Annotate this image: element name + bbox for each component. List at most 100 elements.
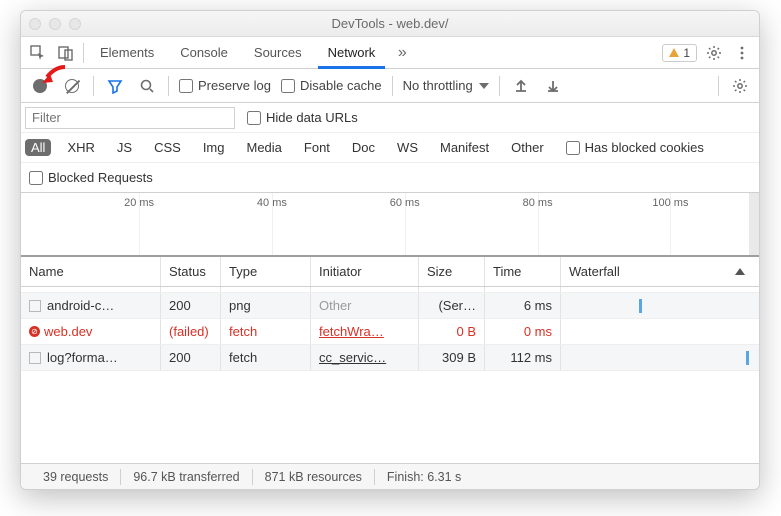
search-icon[interactable] xyxy=(136,75,158,97)
row-status: 200 xyxy=(161,345,221,370)
blocked-requests-checkbox[interactable]: Blocked Requests xyxy=(29,170,153,185)
summary-transferred: 96.7 kB transferred xyxy=(121,470,251,484)
chevron-down-icon xyxy=(479,83,489,89)
row-waterfall xyxy=(561,293,759,318)
table-row[interactable]: android-c… 200 png Other (Ser… 6 ms xyxy=(21,293,759,319)
col-type[interactable]: Type xyxy=(221,257,311,286)
clear-button[interactable] xyxy=(61,75,83,97)
export-har-icon[interactable] xyxy=(542,75,564,97)
inspect-element-icon[interactable] xyxy=(27,42,49,64)
summary-finish: Finish: 6.31 s xyxy=(375,470,473,484)
row-status: 200 xyxy=(161,293,221,318)
hide-data-urls-input[interactable] xyxy=(247,111,261,125)
filter-toggle-icon[interactable] xyxy=(104,75,126,97)
tab-console[interactable]: Console xyxy=(170,37,238,69)
table-row[interactable]: log?forma… 200 fetch cc_servic… 309 B 11… xyxy=(21,345,759,371)
row-size: 309 B xyxy=(419,345,485,370)
warning-icon xyxy=(669,48,679,57)
has-blocked-cookies-label: Has blocked cookies xyxy=(585,140,704,155)
col-time[interactable]: Time xyxy=(485,257,561,286)
sort-indicator-icon xyxy=(735,268,745,275)
chip-doc[interactable]: Doc xyxy=(346,139,381,156)
col-waterfall[interactable]: Waterfall xyxy=(561,257,759,286)
throttling-label: No throttling xyxy=(403,78,473,93)
row-initiator[interactable]: Other xyxy=(311,293,419,318)
chip-all[interactable]: All xyxy=(25,139,51,156)
disable-cache-checkbox[interactable]: Disable cache xyxy=(281,78,382,93)
row-type: png xyxy=(221,293,311,318)
col-status[interactable]: Status xyxy=(161,257,221,286)
row-initiator[interactable]: cc_servic… xyxy=(311,345,419,370)
summary-bar: 39 requests 96.7 kB transferred 871 kB r… xyxy=(21,463,759,489)
row-waterfall xyxy=(561,345,759,370)
network-settings-icon[interactable] xyxy=(729,75,751,97)
chip-font[interactable]: Font xyxy=(298,139,336,156)
row-favicon xyxy=(29,352,41,364)
row-time: 0 ms xyxy=(485,319,561,344)
row-favicon xyxy=(29,300,41,312)
blocked-requests-input[interactable] xyxy=(29,171,43,185)
chip-ws[interactable]: WS xyxy=(391,139,424,156)
chip-other[interactable]: Other xyxy=(505,139,550,156)
col-name[interactable]: Name xyxy=(21,257,161,286)
preserve-log-label: Preserve log xyxy=(198,78,271,93)
warnings-count: 1 xyxy=(683,46,690,60)
row-type: fetch xyxy=(221,345,311,370)
disable-cache-input[interactable] xyxy=(281,79,295,93)
settings-icon[interactable] xyxy=(703,42,725,64)
overview-tick: 20 ms xyxy=(124,197,154,209)
preserve-log-checkbox[interactable]: Preserve log xyxy=(179,78,271,93)
blocked-requests-label: Blocked Requests xyxy=(48,170,153,185)
devtools-tabstrip: Elements Console Sources Network » 1 xyxy=(21,37,759,69)
row-name: log?forma… xyxy=(47,350,118,365)
row-waterfall xyxy=(561,319,759,344)
timeline-overview[interactable]: 20 ms 40 ms 60 ms 80 ms 100 ms xyxy=(21,193,759,257)
has-blocked-cookies-checkbox[interactable]: Has blocked cookies xyxy=(566,140,704,155)
more-tabs-icon[interactable]: » xyxy=(391,42,413,64)
col-size[interactable]: Size xyxy=(419,257,485,286)
overview-tick: 60 ms xyxy=(390,197,420,209)
window-title: DevTools - web.dev/ xyxy=(21,16,759,31)
error-icon: ⊘ xyxy=(29,326,40,337)
table-row[interactable]: ⊘ web.dev (failed) fetch fetchWra… 0 B 0 … xyxy=(21,319,759,345)
requests-table-header: Name Status Type Initiator Size Time Wat… xyxy=(21,257,759,287)
tab-sources[interactable]: Sources xyxy=(244,37,312,69)
tab-network[interactable]: Network xyxy=(318,37,386,69)
preserve-log-input[interactable] xyxy=(179,79,193,93)
row-initiator[interactable]: fetchWra… xyxy=(311,319,419,344)
summary-requests: 39 requests xyxy=(31,470,120,484)
row-time: 6 ms xyxy=(485,293,561,318)
warnings-badge[interactable]: 1 xyxy=(662,44,697,62)
overview-tick: 40 ms xyxy=(257,197,287,209)
has-blocked-cookies-input[interactable] xyxy=(566,141,580,155)
row-size: 0 B xyxy=(419,319,485,344)
chip-xhr[interactable]: XHR xyxy=(61,139,100,156)
chip-img[interactable]: Img xyxy=(197,139,231,156)
filter-row: Hide data URLs xyxy=(21,103,759,133)
chip-js[interactable]: JS xyxy=(111,139,138,156)
throttling-dropdown[interactable]: No throttling xyxy=(403,78,489,93)
chip-css[interactable]: CSS xyxy=(148,139,187,156)
col-initiator[interactable]: Initiator xyxy=(311,257,419,286)
disable-cache-label: Disable cache xyxy=(300,78,382,93)
row-size: (Ser… xyxy=(419,293,485,318)
row-name: web.dev xyxy=(44,324,92,339)
import-har-icon[interactable] xyxy=(510,75,532,97)
requests-table-body: android-c… 200 png Other (Ser… 6 ms ⊘ web… xyxy=(21,287,759,371)
overview-tick: 100 ms xyxy=(652,197,688,209)
row-status: (failed) xyxy=(161,319,221,344)
tab-elements[interactable]: Elements xyxy=(90,37,164,69)
chip-manifest[interactable]: Manifest xyxy=(434,139,495,156)
chip-media[interactable]: Media xyxy=(240,139,287,156)
row-time: 112 ms xyxy=(485,345,561,370)
overview-tick: 80 ms xyxy=(523,197,553,209)
filter-input[interactable] xyxy=(25,107,235,129)
row-name: android-c… xyxy=(47,298,114,313)
record-button[interactable] xyxy=(29,75,51,97)
device-toggle-icon[interactable] xyxy=(55,42,77,64)
row-type: fetch xyxy=(221,319,311,344)
hide-data-urls-label: Hide data URLs xyxy=(266,110,358,125)
kebab-menu-icon[interactable] xyxy=(731,42,753,64)
hide-data-urls-checkbox[interactable]: Hide data URLs xyxy=(247,110,358,125)
summary-resources: 871 kB resources xyxy=(253,470,374,484)
